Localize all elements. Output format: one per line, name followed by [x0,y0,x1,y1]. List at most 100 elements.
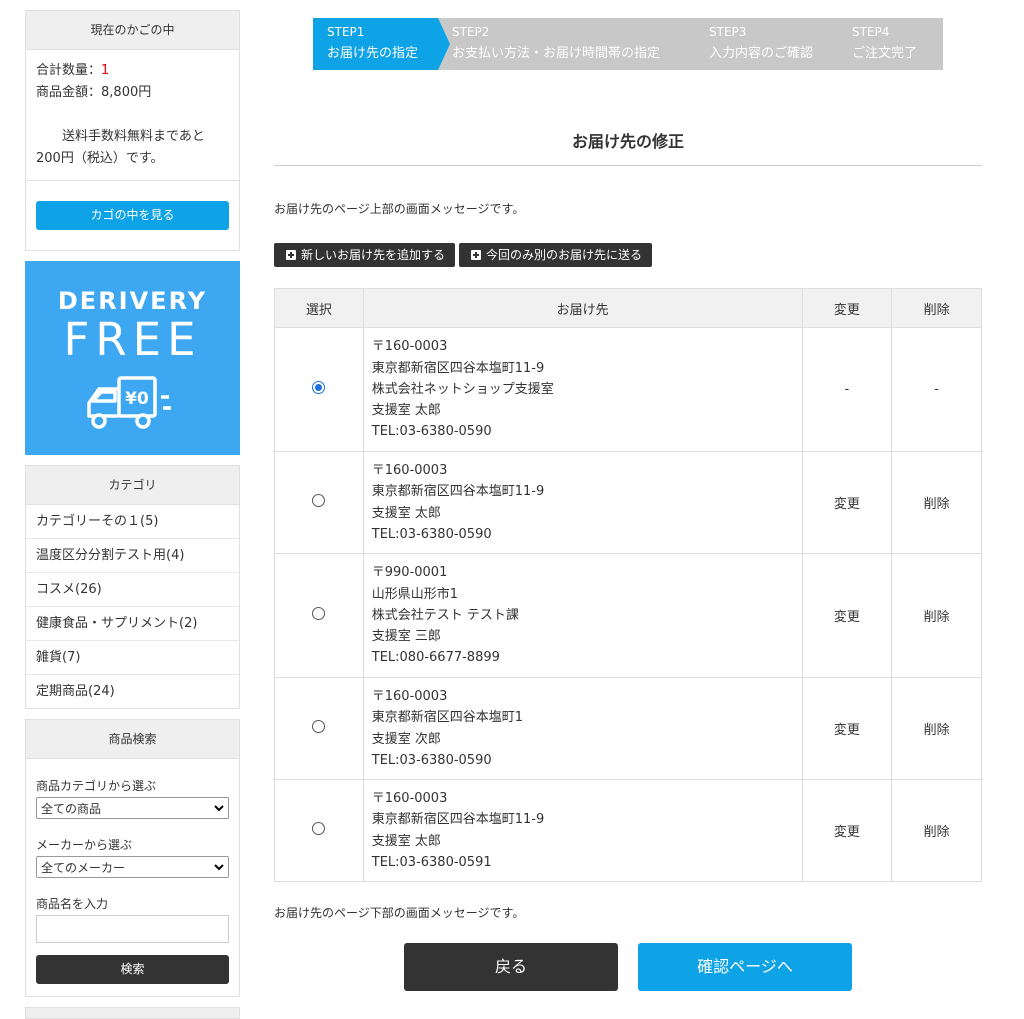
address-cell: 〒160-0003 東京都新宿区四谷本塩町1 支援室 次郎 TEL:03-6380-0… [362,677,803,780]
step-1-number: STEP1 [327,25,365,39]
banner-line1: DERIVERY [57,287,208,315]
address-radio[interactable] [312,720,326,733]
title-divider [274,165,982,166]
chevron-down-icon [214,863,224,870]
header-delete: 削除 [891,288,982,328]
step-4-number: STEP4 [852,25,890,39]
header-address: お届け先 [362,288,803,328]
address-line: TEL:03-6380-0590 [371,526,492,542]
change-link[interactable]: 変更 [801,677,893,780]
address-line: 東京都新宿区四谷本塩町11-9 [371,484,545,500]
delete-link: - [891,327,982,452]
select-cell [274,327,364,452]
table-header-row: 選択 お届け先 変更 削除 [274,288,982,328]
address-line: 株式会社テスト テスト課 [371,607,519,623]
address-line: 東京都新宿区四谷本塩町1 [371,710,524,726]
bottom-message: お届け先のページ下部の画面メッセージです。 [274,906,525,920]
category-select[interactable]: 全ての商品 [36,797,229,819]
sidebar-next-box [25,1007,240,1019]
change-link: - [801,327,893,452]
address-cell: 〒160-0003 東京都新宿区四谷本塩町11-9 支援室 太郎 TEL:03-638… [362,451,803,554]
step-2: STEP2 お支払い方法・お届け時間帯の指定 [438,18,707,70]
search-title: 商品検索 [26,720,239,759]
qty-label: 合計数量： [36,63,102,78]
plus-icon [286,250,296,260]
maker-select[interactable]: 全てのメーカー [36,856,229,878]
address-radio[interactable] [312,381,326,394]
address-line: TEL:03-6380-0591 [371,854,492,870]
add-address-label: 新しいお届け先を追加する [301,248,446,262]
send-once-label: 今回のみ別のお届け先に送る [486,248,643,262]
change-link[interactable]: 変更 [801,553,893,678]
select-cell [274,779,364,882]
product-name-input[interactable] [36,915,229,943]
free-delivery-banner[interactable]: DERIVERY FREE ¥0 [25,261,240,455]
search-box: 商品検索 商品カテゴリから選ぶ 全ての商品 メーカーから選ぶ 全てのメーカー 商… [25,719,240,997]
step-2-number: STEP2 [452,25,490,39]
header-select: 選択 [274,288,364,328]
address-row: 〒160-0003 東京都新宿区四谷本塩町11-9 株式会社ネットショップ支援室 支援… [274,327,982,452]
category-item[interactable]: コスメ(26) [26,573,239,607]
address-line: 支援室 太郎 [371,833,441,849]
delete-link[interactable]: 削除 [891,779,982,882]
address-line: 支援室 次郎 [371,731,441,747]
maker-select-value: 全てのメーカー [41,860,126,875]
page-title: お届け先の修正 [571,132,684,151]
confirm-page-button[interactable]: 確認ページへ [638,943,852,991]
address-line: 支援室 太郎 [371,403,441,419]
view-cart-button[interactable]: カゴの中を見る [36,201,229,230]
sidebar: 現在のかごの中 合計数量：1 商品金額：8,800円 送料手数料無料まであと20… [25,10,240,1019]
category-item[interactable]: 雑貨(7) [26,641,239,675]
shipping-note: 送料手数料無料まであと200円（税込）です。 [36,129,205,166]
cart-button-area: カゴの中を見る [26,180,239,250]
add-address-button[interactable]: 新しいお届け先を追加する [274,243,456,267]
change-link[interactable]: 変更 [801,451,893,554]
banner-line2: FREE [63,313,202,366]
address-line: 山形県山形市1 [371,586,459,602]
category-select-value: 全ての商品 [41,801,102,816]
address-line: 〒990-0001 [371,565,448,581]
address-line: 〒160-0003 [371,339,448,355]
cart-summary: 合計数量：1 商品金額：8,800円 [26,50,239,104]
plus-icon [471,250,482,260]
step-2-label: お支払い方法・お届け時間帯の指定 [452,46,661,61]
category-item[interactable]: 健康食品・サプリメント(2) [26,607,239,641]
address-line: TEL:080-6677-8899 [371,650,500,666]
address-radio[interactable] [312,822,326,835]
address-cell: 〒990-0001 山形県山形市1 株式会社テスト テスト課 支援室 三郎 TEL:08… [362,553,803,678]
search-button[interactable]: 検索 [36,955,229,984]
address-line: 東京都新宿区四谷本塩町11-9 [371,360,545,376]
address-line: 〒160-0003 [371,688,448,704]
step-4-label: ご注文完了 [852,46,918,61]
select-cell [274,677,364,780]
address-cell: 〒160-0003 東京都新宿区四谷本塩町11-9 支援室 太郎 TEL:03-638… [362,779,803,882]
address-actions: 新しいお届け先を追加する 今回のみ別のお届け先に送る [274,243,653,267]
step-progress: STEP1 お届け先の指定 STEP2 お支払い方法・お届け時間帯の指定 STE… [313,18,943,70]
address-row: 〒160-0003 東京都新宿区四谷本塩町11-9 支援室 太郎 TEL:03-638… [274,779,982,882]
address-line: TEL:03-6380-0590 [371,752,492,768]
address-radio[interactable] [312,494,326,507]
change-link[interactable]: 変更 [801,779,893,882]
category-title: カテゴリ [26,466,239,505]
address-row: 〒990-0001 山形県山形市1 株式会社テスト テスト課 支援室 三郎 TEL:08… [274,553,982,678]
delete-link[interactable]: 削除 [891,553,982,678]
qty-value: 1 [101,63,110,78]
select-cell [274,553,364,678]
delete-link[interactable]: 削除 [891,677,982,780]
back-button[interactable]: 戻る [404,943,618,991]
search-form: 商品カテゴリから選ぶ 全ての商品 メーカーから選ぶ 全てのメーカー 商品名を入力… [26,759,239,996]
address-line: 支援室 三郎 [371,629,441,645]
category-item[interactable]: 温度区分分割テスト用(4) [26,539,239,573]
send-once-button[interactable]: 今回のみ別のお届け先に送る [459,243,653,267]
delete-link[interactable]: 削除 [891,451,982,554]
category-item[interactable]: カテゴリーその１(5) [26,505,239,539]
step-1-label: お届け先の指定 [327,46,419,61]
address-row: 〒160-0003 東京都新宿区四谷本塩町11-9 支援室 太郎 TEL:03-638… [274,451,982,554]
address-line: 〒160-0003 [371,790,448,806]
step-3-label: 入力内容のご確認 [709,46,814,61]
cart-title: 現在のかごの中 [26,11,239,50]
category-item[interactable]: 定期商品(24) [26,675,239,708]
truck-icon: ¥0 [87,376,171,429]
step-3-number: STEP3 [709,25,747,39]
address-radio[interactable] [312,607,326,620]
